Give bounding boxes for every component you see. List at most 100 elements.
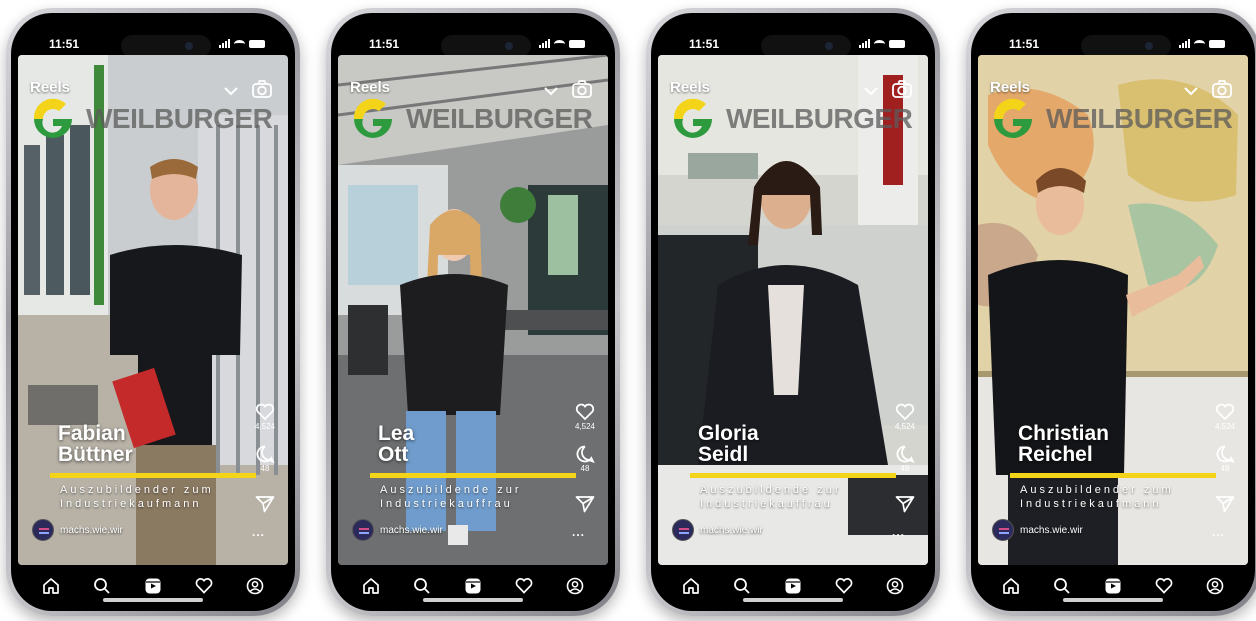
send-icon xyxy=(255,496,275,513)
share-button[interactable] xyxy=(888,495,922,513)
battery-icon xyxy=(889,39,905,48)
tab-home[interactable] xyxy=(679,574,703,598)
phone-mockup: 11:51 Reels WEILBURGER Fabian Büttner Au… xyxy=(6,8,300,616)
phone-screen-frame: 11:51 Reels xyxy=(651,13,935,611)
account-handle[interactable]: machs.wie.wir xyxy=(380,525,443,536)
status-bar: 11:51 xyxy=(651,13,935,57)
search-icon xyxy=(413,578,430,594)
share-button[interactable] xyxy=(1208,495,1242,513)
tab-activity[interactable] xyxy=(192,574,216,598)
home-indicator xyxy=(103,598,203,602)
dynamic-island xyxy=(761,35,851,57)
more-options-icon[interactable]: ... xyxy=(892,525,905,539)
comment-button[interactable]: 48 xyxy=(248,445,282,473)
status-bar: 11:51 xyxy=(331,13,615,57)
comment-count: 48 xyxy=(1220,464,1230,473)
reels-icon xyxy=(785,578,801,594)
account-handle[interactable]: machs.wie.wir xyxy=(1020,525,1083,536)
reel-video[interactable]: Reels WEILBURGER Christian Reichel Auszu… xyxy=(978,55,1248,565)
comment-icon xyxy=(576,445,595,463)
tab-activity[interactable] xyxy=(832,574,856,598)
comment-button[interactable]: 48 xyxy=(1208,445,1242,473)
more-options-icon[interactable]: ... xyxy=(252,525,265,539)
account-row[interactable]: machs.wie.wir xyxy=(992,519,1083,541)
tab-search[interactable] xyxy=(730,574,754,598)
profile-icon xyxy=(247,577,264,595)
tab-reels[interactable] xyxy=(461,574,485,598)
search-icon xyxy=(733,578,750,594)
weilburger-logo: WEILBURGER xyxy=(988,95,1238,141)
tab-reels[interactable] xyxy=(1101,574,1125,598)
like-button[interactable]: 4,524 xyxy=(248,403,282,431)
tab-profile[interactable] xyxy=(1203,574,1227,598)
more-options-icon[interactable]: ... xyxy=(1212,525,1225,539)
avatar[interactable] xyxy=(352,519,374,541)
search-icon xyxy=(93,578,110,594)
last-name: Büttner xyxy=(58,443,133,466)
home-indicator xyxy=(743,598,843,602)
tab-profile[interactable] xyxy=(883,574,907,598)
tab-reels[interactable] xyxy=(781,574,805,598)
first-name: Fabian xyxy=(58,422,126,445)
battery-icon xyxy=(249,39,265,48)
comment-button[interactable]: 48 xyxy=(888,445,922,473)
tab-search[interactable] xyxy=(410,574,434,598)
role-line-2: Industriekauffrau xyxy=(700,498,833,510)
account-handle[interactable]: machs.wie.wir xyxy=(60,525,123,536)
heart-icon xyxy=(895,403,915,421)
reels-icon xyxy=(145,578,161,594)
like-button[interactable]: 4,524 xyxy=(1208,403,1242,431)
front-camera-icon xyxy=(1145,42,1153,50)
role-line-2: Industriekaufmann xyxy=(60,498,202,510)
tab-activity[interactable] xyxy=(1152,574,1176,598)
comment-icon xyxy=(256,445,275,463)
like-button[interactable]: 4,524 xyxy=(568,403,602,431)
tab-profile[interactable] xyxy=(243,574,267,598)
weilburger-logo: WEILBURGER xyxy=(348,95,598,141)
status-icons xyxy=(859,39,905,48)
dynamic-island xyxy=(441,35,531,57)
reels-title: Reels xyxy=(990,79,1031,96)
dynamic-island xyxy=(1081,35,1171,57)
avatar[interactable] xyxy=(672,519,694,541)
tab-activity[interactable] xyxy=(512,574,536,598)
heart-icon xyxy=(835,578,853,594)
status-bar: 11:51 xyxy=(971,13,1255,57)
send-icon xyxy=(895,496,915,513)
tab-home[interactable] xyxy=(999,574,1023,598)
tab-search[interactable] xyxy=(1050,574,1074,598)
more-options-icon[interactable]: ... xyxy=(572,525,585,539)
wifi-icon xyxy=(874,39,885,48)
reel-video[interactable]: Reels WEILBURGER Fabian Büttner Auszubil… xyxy=(18,55,288,565)
tab-reels[interactable] xyxy=(141,574,165,598)
share-button[interactable] xyxy=(568,495,602,513)
account-handle[interactable]: machs.wie.wir xyxy=(700,525,763,536)
heart-icon xyxy=(1215,403,1235,421)
comment-button[interactable]: 48 xyxy=(568,445,602,473)
account-row[interactable]: machs.wie.wir xyxy=(32,519,123,541)
logo-mark-icon xyxy=(33,98,72,138)
comment-count: 48 xyxy=(580,464,590,473)
role-line-1: Auszubildender zum xyxy=(60,484,214,496)
person-name: Gloria Seidl xyxy=(698,423,759,465)
tab-home[interactable] xyxy=(359,574,383,598)
logo-mark-icon xyxy=(353,98,392,138)
avatar[interactable] xyxy=(32,519,54,541)
reels-title: Reels xyxy=(30,79,71,96)
reel-video[interactable]: Reels WEILBURGER Gloria Seidl Auszubilde… xyxy=(658,55,928,565)
reel-video[interactable]: Reels WEILBURGER Lea Ott Auszubildende z… xyxy=(338,55,608,565)
like-button[interactable]: 4,524 xyxy=(888,403,922,431)
account-row[interactable]: machs.wie.wir xyxy=(672,519,763,541)
account-row[interactable]: machs.wie.wir xyxy=(352,519,443,541)
tab-search[interactable] xyxy=(90,574,114,598)
signal-icon xyxy=(1179,39,1190,48)
signal-icon xyxy=(859,39,870,48)
send-icon xyxy=(575,496,595,513)
avatar[interactable] xyxy=(992,519,1014,541)
phone-mockup: 11:51 Reels xyxy=(646,8,940,616)
tab-profile[interactable] xyxy=(563,574,587,598)
share-button[interactable] xyxy=(248,495,282,513)
last-name: Reichel xyxy=(1018,443,1093,466)
home-icon xyxy=(42,578,59,594)
tab-home[interactable] xyxy=(39,574,63,598)
